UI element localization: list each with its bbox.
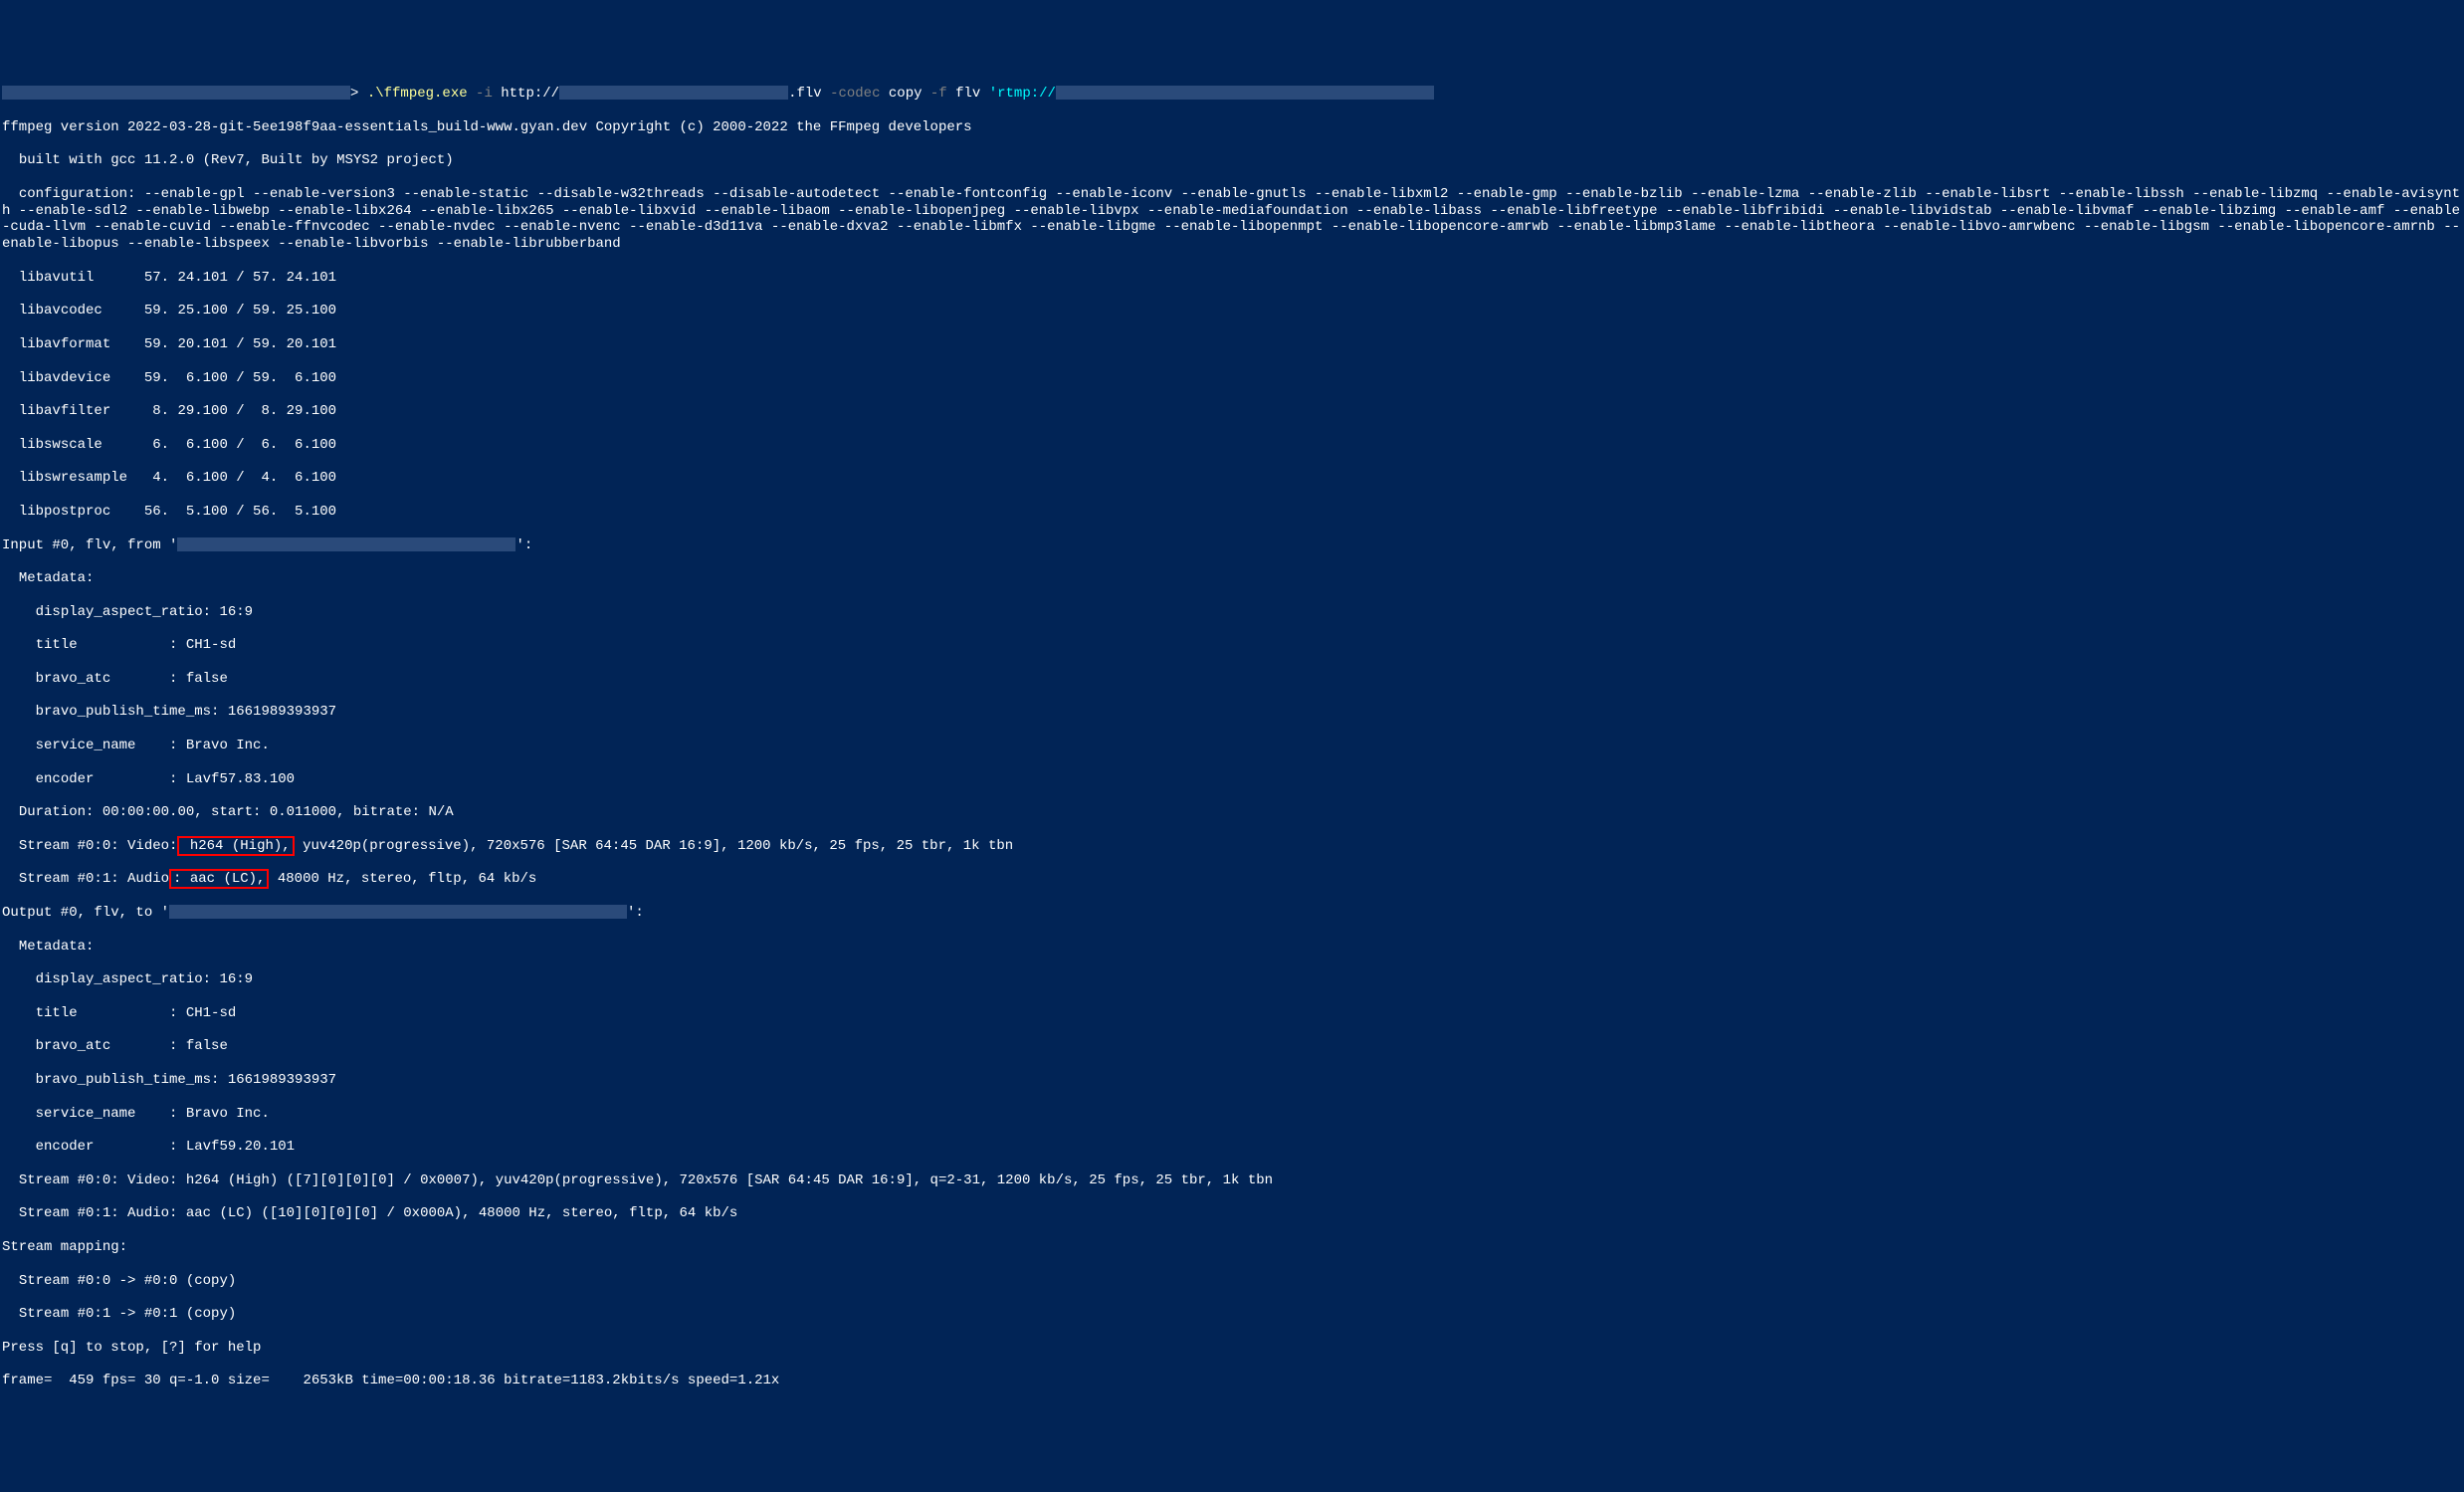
- lib-line: libpostproc 56. 5.100 / 56. 5.100: [2, 504, 2462, 521]
- lib-line: libswscale 6. 6.100 / 6. 6.100: [2, 437, 2462, 454]
- lib-line: libavformat 59. 20.101 / 59. 20.101: [2, 336, 2462, 353]
- terminal-output[interactable]: > .\ffmpeg.exe -i http://.flv -codec cop…: [2, 69, 2462, 1406]
- stream-mapping-item: Stream #0:1 -> #0:1 (copy): [2, 1306, 2462, 1323]
- lib-line: libavutil 57. 24.101 / 57. 24.101: [2, 270, 2462, 287]
- stream-video-input: Stream #0:0: Video: h264 (High), yuv420p…: [2, 838, 2462, 855]
- metadata-item: encoder : Lavf57.83.100: [2, 771, 2462, 788]
- lib-line: libavdevice 59. 6.100 / 59. 6.100: [2, 370, 2462, 387]
- ffmpeg-exe: .\ffmpeg.exe: [367, 86, 468, 102]
- redacted-path: [2, 86, 350, 100]
- redacted-rtmp-url: [1056, 86, 1434, 100]
- metadata-item: encoder : Lavf59.20.101: [2, 1139, 2462, 1156]
- metadata-item: bravo_atc : false: [2, 1038, 2462, 1055]
- metadata-item: service_name : Bravo Inc.: [2, 738, 2462, 754]
- command-line: > .\ffmpeg.exe -i http://.flv -codec cop…: [2, 86, 2462, 103]
- built-line: built with gcc 11.2.0 (Rev7, Built by MS…: [2, 152, 2462, 169]
- metadata-item: bravo_atc : false: [2, 671, 2462, 688]
- metadata-item: bravo_publish_time_ms: 1661989393937: [2, 704, 2462, 721]
- stream-mapping-label: Stream mapping:: [2, 1239, 2462, 1256]
- metadata-item: service_name : Bravo Inc.: [2, 1106, 2462, 1123]
- press-line: Press [q] to stop, [?] for help: [2, 1340, 2462, 1357]
- input-line: Input #0, flv, from '':: [2, 537, 2462, 554]
- stream-audio-output: Stream #0:1: Audio: aac (LC) ([10][0][0]…: [2, 1205, 2462, 1222]
- metadata-item: bravo_publish_time_ms: 1661989393937: [2, 1072, 2462, 1089]
- version-line: ffmpeg version 2022-03-28-git-5ee198f9aa…: [2, 119, 2462, 136]
- lib-line: libswresample 4. 6.100 / 4. 6.100: [2, 470, 2462, 487]
- stream-video-output: Stream #0:0: Video: h264 (High) ([7][0][…: [2, 1172, 2462, 1189]
- redacted-input-url: [559, 86, 788, 100]
- lib-line: libavcodec 59. 25.100 / 59. 25.100: [2, 303, 2462, 320]
- stream-audio-input: Stream #0:1: Audio: aac (LC), 48000 Hz, …: [2, 871, 2462, 888]
- metadata-label: Metadata:: [2, 939, 2462, 956]
- frame-progress-line: frame= 459 fps= 30 q=-1.0 size= 2653kB t…: [2, 1373, 2462, 1389]
- metadata-item: title : CH1-sd: [2, 637, 2462, 654]
- redacted-output-path: [169, 905, 627, 919]
- metadata-item: display_aspect_ratio: 16:9: [2, 971, 2462, 988]
- highlight-h264: h264 (High),: [177, 836, 294, 856]
- stream-mapping-item: Stream #0:0 -> #0:0 (copy): [2, 1273, 2462, 1290]
- duration-line: Duration: 00:00:00.00, start: 0.011000, …: [2, 804, 2462, 821]
- metadata-item: title : CH1-sd: [2, 1005, 2462, 1022]
- config-line: configuration: --enable-gpl --enable-ver…: [2, 186, 2462, 253]
- output-line: Output #0, flv, to '':: [2, 905, 2462, 922]
- redacted-input-path: [177, 537, 515, 551]
- metadata-item: display_aspect_ratio: 16:9: [2, 604, 2462, 621]
- metadata-label: Metadata:: [2, 570, 2462, 587]
- lib-line: libavfilter 8. 29.100 / 8. 29.100: [2, 403, 2462, 420]
- highlight-aac: : aac (LC),: [169, 869, 269, 889]
